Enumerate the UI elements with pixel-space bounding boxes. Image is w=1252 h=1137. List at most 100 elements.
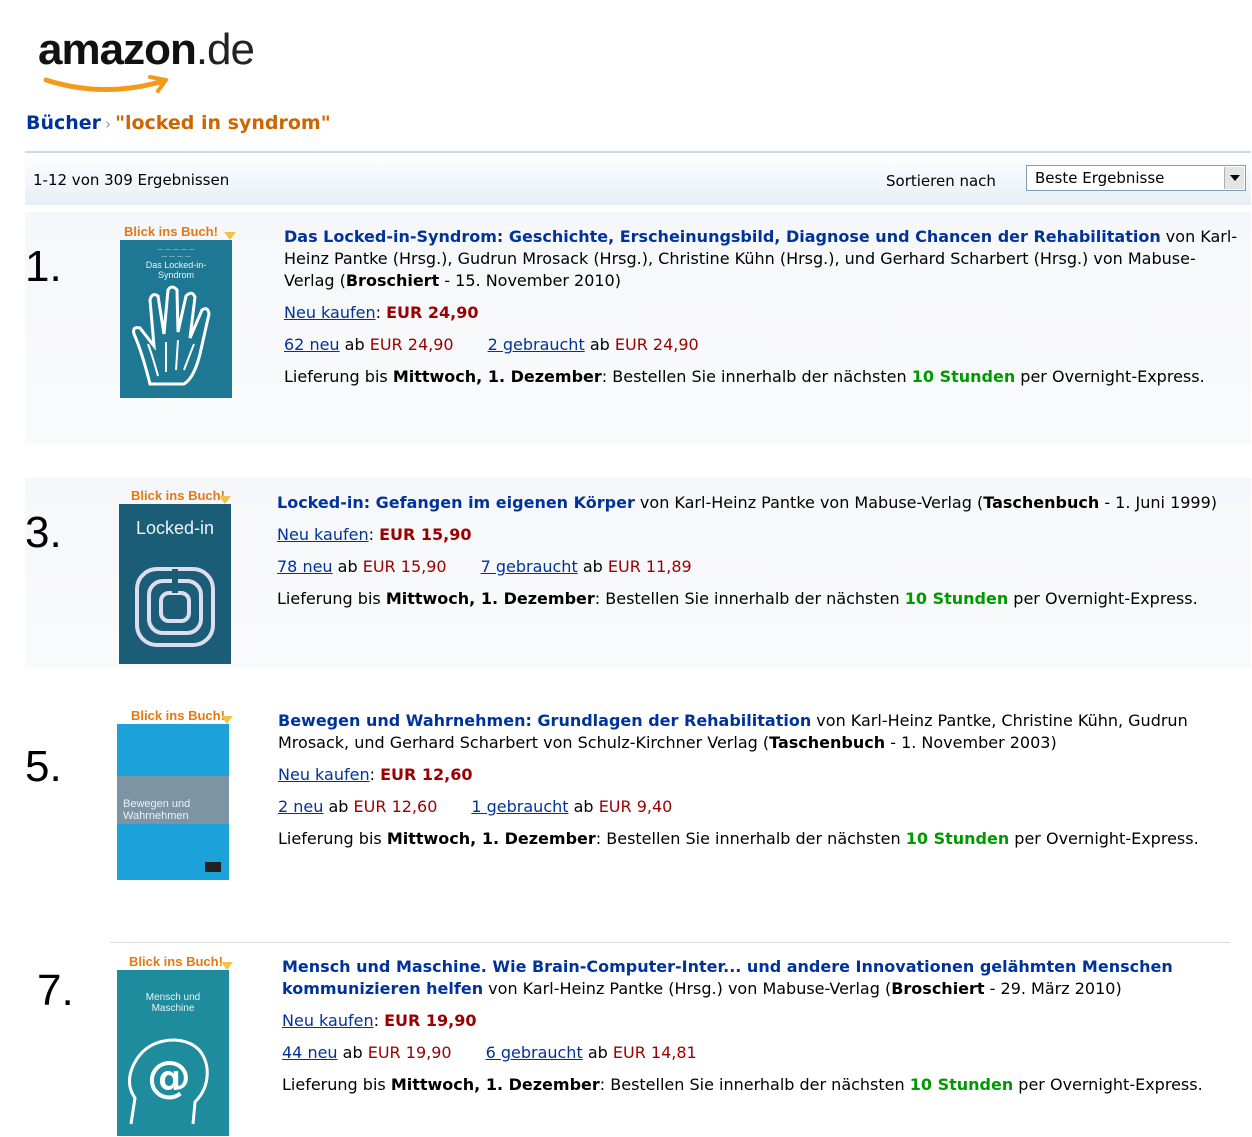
item-details: Bewegen und Wahrnehmen: Grundlagen der R…: [278, 710, 1233, 850]
buy-new-link[interactable]: Neu kaufen: [282, 1011, 374, 1030]
buy-new-link[interactable]: Neu kaufen: [284, 303, 376, 322]
sort-dropdown-button[interactable]: [1224, 167, 1244, 189]
buy-price: EUR 15,90: [379, 525, 472, 544]
at-sign-head-icon: @: [128, 1038, 209, 1125]
item-number: 3.: [25, 508, 62, 557]
result-item: 1. Blick ins Buch! — — — — — — — — — Das …: [25, 212, 1251, 444]
delivery-mid: : Bestellen Sie innerhalb der nächsten: [594, 589, 905, 608]
item-title-link[interactable]: Das Locked-in-Syndrom: Geschichte, Ersch…: [284, 227, 1161, 246]
result-count: 1-12 von 309 Ergebnissen: [33, 171, 230, 189]
ab-label: ab: [337, 557, 358, 576]
item-byline: von Karl-Heinz Pantke von Mabuse-Verlag …: [634, 493, 984, 512]
delivery-hours: 10 Stunden: [904, 589, 1009, 608]
breadcrumb-query: "locked in syndrom": [115, 112, 331, 134]
item-date: - 1. Juni 1999): [1099, 493, 1218, 512]
item-details: Locked-in: Gefangen im eigenen Körper vo…: [277, 492, 1237, 610]
new-offers-link[interactable]: 44 neu: [282, 1043, 338, 1062]
cover-title: Bewegen und Wahrnehmen: [123, 798, 191, 822]
divider: [110, 942, 1230, 943]
delivery-mid: : Bestellen Sie innerhalb der nächsten: [601, 367, 912, 386]
cover-image: Bewegen und Wahrnehmen: [117, 724, 229, 880]
delivery-hours: 10 Stunden: [909, 1075, 1014, 1094]
item-details: Das Locked-in-Syndrom: Geschichte, Ersch…: [284, 226, 1239, 388]
sort-select[interactable]: Beste Ergebnisse: [1026, 165, 1246, 191]
delivery-suffix: per Overnight-Express.: [1009, 829, 1199, 848]
item-details: Mensch und Maschine. Wie Brain-Computer-…: [282, 956, 1237, 1096]
badge-arrow-icon: [219, 496, 231, 504]
cover-title: Das Locked-in-Syndrom: [145, 260, 207, 280]
buy-price: EUR 12,60: [380, 765, 473, 784]
delivery-suffix: per Overnight-Express.: [1015, 367, 1205, 386]
item-heading: Mensch und Maschine. Wie Brain-Computer-…: [282, 956, 1237, 1000]
amazon-logo[interactable]: amazon.de: [38, 28, 268, 108]
used-offers-price: EUR 24,90: [614, 335, 699, 354]
sort-selected-value: Beste Ergebnisse: [1035, 169, 1165, 187]
result-item: 3. Blick ins Buch! Locked-in Locked-in: …: [25, 478, 1251, 668]
used-offers-link[interactable]: 6 gebraucht: [486, 1043, 583, 1062]
logo-domain: .de: [195, 25, 255, 74]
delivery-prefix: Lieferung bis: [278, 829, 387, 848]
new-offers-link[interactable]: 78 neu: [277, 557, 333, 576]
buy-row: Neu kaufen: EUR 19,90: [282, 1011, 477, 1030]
item-date: - 1. November 2003): [885, 733, 1057, 752]
breadcrumb-category-link[interactable]: Bücher: [26, 112, 101, 134]
delivery-suffix: per Overnight-Express.: [1013, 1075, 1203, 1094]
cover-publisher-logo: [205, 862, 221, 872]
ab-label: ab: [582, 557, 603, 576]
delivery-suffix: per Overnight-Express.: [1008, 589, 1198, 608]
logo-wordmark: amazon: [38, 25, 197, 74]
cover-title: Locked-in: [135, 518, 215, 538]
badge-arrow-icon: [221, 716, 233, 724]
breadcrumb: Bücher › "locked in syndrom": [26, 112, 331, 134]
buy-new-link[interactable]: Neu kaufen: [277, 525, 369, 544]
item-number: 7.: [37, 966, 74, 1015]
cover-title: Mensch und Maschine: [145, 992, 201, 1014]
result-item: 5. Blick ins Buch! Bewegen und Wahrnehme…: [25, 700, 1251, 906]
delivery-prefix: Lieferung bis: [284, 367, 393, 386]
hand-icon: [132, 285, 211, 386]
item-byline: von Karl-Heinz Pantke (Hrsg.) von Mabuse…: [483, 979, 892, 998]
item-title-link[interactable]: Bewegen und Wahrnehmen: Grundlagen der R…: [278, 711, 811, 730]
item-title-link[interactable]: Locked-in: Gefangen im eigenen Körper: [277, 493, 635, 512]
offers-row: 2 neu ab EUR 12,60 1 gebraucht ab EUR 9,4…: [278, 796, 1233, 818]
ab-label: ab: [587, 1043, 608, 1062]
cover-image: — — — — — — — — — Das Locked-in-Syndrom: [120, 240, 232, 398]
ab-label: ab: [342, 1043, 363, 1062]
delivery-day: Mittwoch, 1. Dezember: [390, 1075, 600, 1094]
ab-label: ab: [328, 797, 349, 816]
blick-ins-buch-badge[interactable]: Blick ins Buch!: [124, 224, 218, 239]
item-date: - 15. November 2010): [439, 271, 621, 290]
used-offers-link[interactable]: 2 gebraucht: [488, 335, 585, 354]
maze-icon: [135, 567, 215, 647]
blick-ins-buch-badge[interactable]: Blick ins Buch!: [131, 488, 225, 503]
buy-new-link[interactable]: Neu kaufen: [278, 765, 370, 784]
blick-ins-buch-badge[interactable]: Blick ins Buch!: [131, 708, 225, 723]
badge-arrow-icon: [221, 962, 233, 970]
blick-ins-buch-badge[interactable]: Blick ins Buch!: [129, 954, 223, 969]
new-offers-price: EUR 15,90: [362, 557, 447, 576]
offers-row: 62 neu ab EUR 24,90 2 gebraucht ab EUR 24…: [284, 334, 1239, 356]
used-offers-link[interactable]: 7 gebraucht: [481, 557, 578, 576]
item-format: Broschiert: [891, 979, 985, 998]
item-number: 5.: [25, 742, 62, 791]
svg-text:@: @: [147, 1052, 191, 1103]
new-offers-link[interactable]: 62 neu: [284, 335, 340, 354]
used-offers-price: EUR 11,89: [607, 557, 692, 576]
delivery-day: Mittwoch, 1. Dezember: [386, 829, 596, 848]
ab-label: ab: [589, 335, 610, 354]
new-offers-price: EUR 12,60: [353, 797, 438, 816]
delivery-day: Mittwoch, 1. Dezember: [392, 367, 602, 386]
used-offers-price: EUR 14,81: [612, 1043, 697, 1062]
item-heading: Bewegen und Wahrnehmen: Grundlagen der R…: [278, 710, 1233, 754]
used-offers-link[interactable]: 1 gebraucht: [471, 797, 568, 816]
item-heading: Locked-in: Gefangen im eigenen Körper vo…: [277, 492, 1237, 514]
delivery-prefix: Lieferung bis: [282, 1075, 391, 1094]
new-offers-link[interactable]: 2 neu: [278, 797, 323, 816]
buy-price: EUR 24,90: [386, 303, 479, 322]
item-heading: Das Locked-in-Syndrom: Geschichte, Ersch…: [284, 226, 1239, 292]
delivery-hours: 10 Stunden: [905, 829, 1010, 848]
item-number: 1.: [25, 242, 62, 291]
delivery-info: Lieferung bis Mittwoch, 1. Dezember: Bes…: [277, 588, 1237, 610]
item-format: Taschenbuch: [983, 493, 1100, 512]
delivery-info: Lieferung bis Mittwoch, 1. Dezember: Bes…: [284, 366, 1239, 388]
